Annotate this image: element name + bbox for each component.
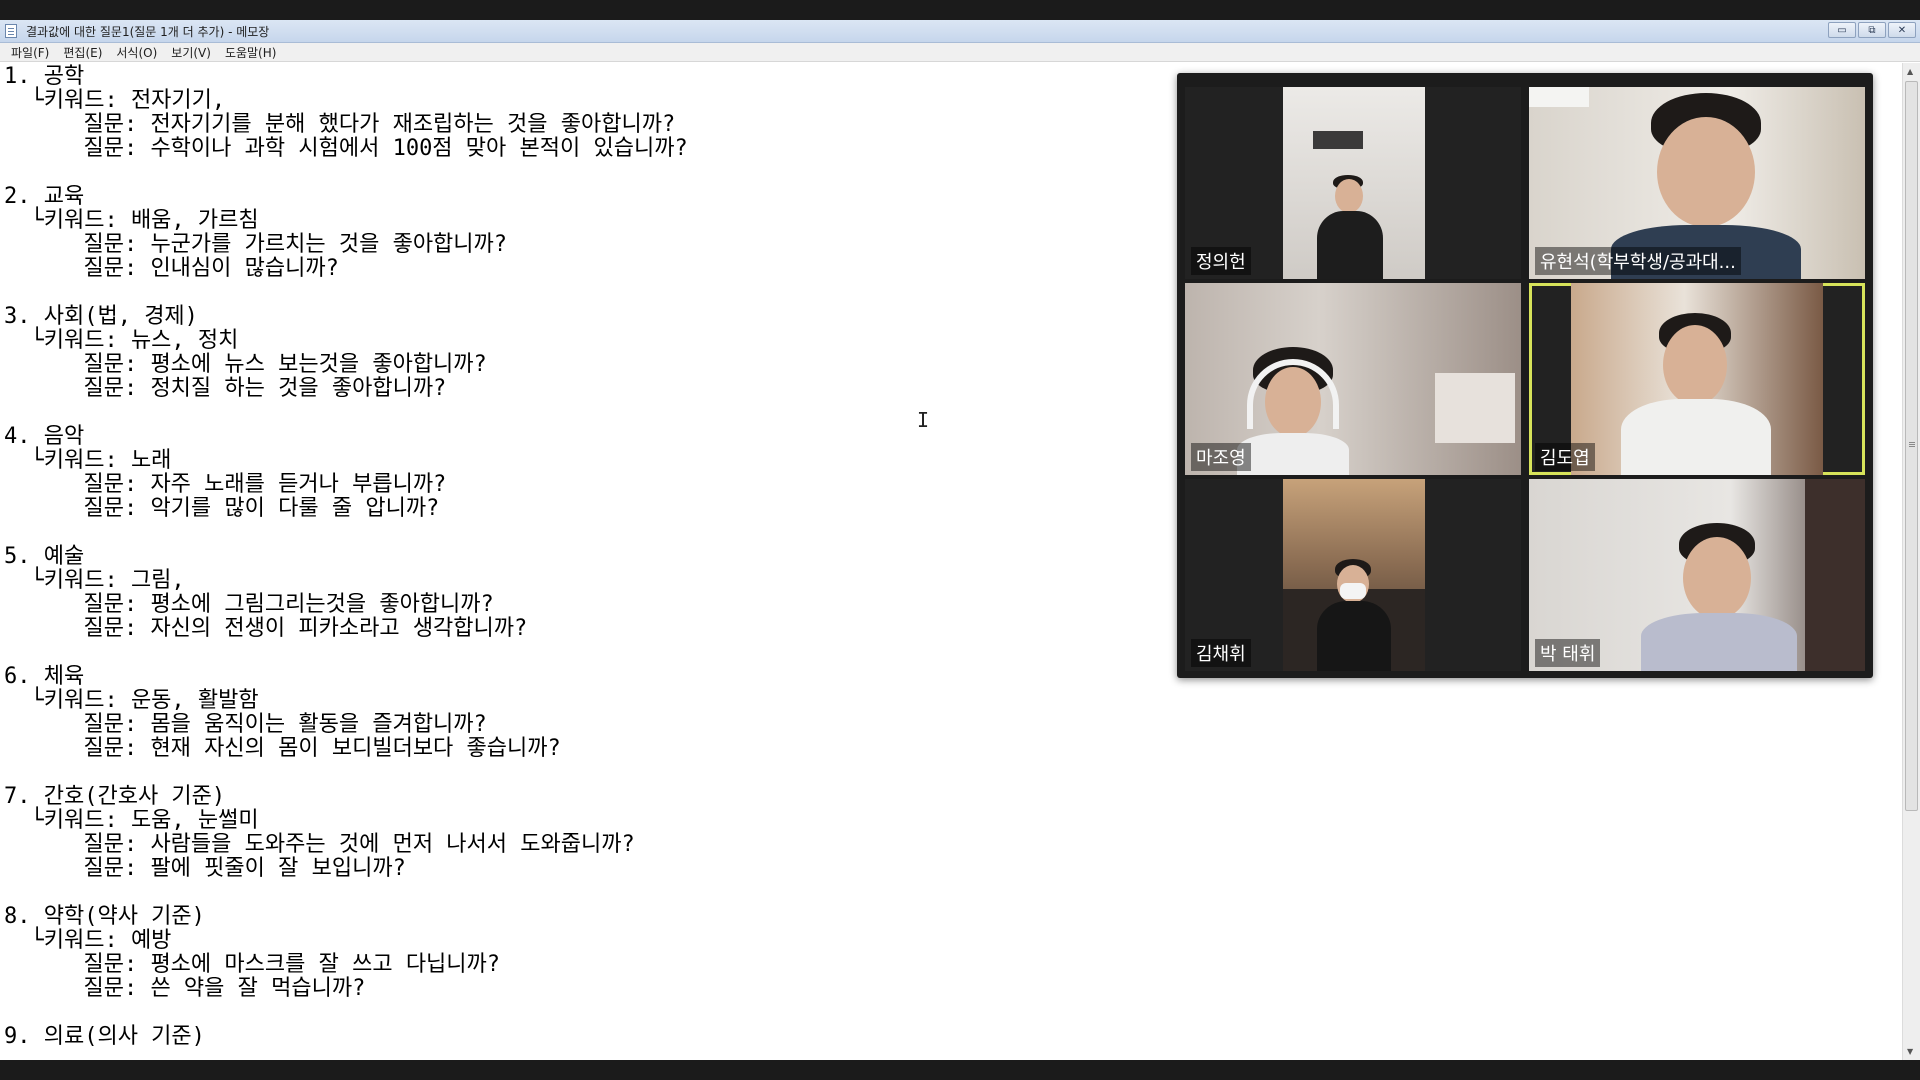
text-line: 5. 예술 <box>4 544 85 569</box>
notepad-icon <box>5 24 17 38</box>
minimize-button[interactable]: ▭ <box>1828 22 1856 38</box>
text-line: └키워드: 뉴스, 정치 <box>4 328 239 353</box>
text-line: 질문: 전자기기를 분해 했다가 재조립하는 것을 좋아합니까? <box>4 112 676 137</box>
text-line: 질문: 평소에 마스크를 잘 쓰고 다닙니까? <box>4 952 501 977</box>
menu-view[interactable]: 보기(V) <box>164 44 218 61</box>
face <box>1657 117 1755 227</box>
shirt <box>1641 613 1797 671</box>
text-line: 질문: 평소에 그림그리는것을 좋아합니까? <box>4 592 494 617</box>
menu-format[interactable]: 서식(O) <box>109 44 164 61</box>
text-line: 질문: 수학이나 과학 시험에서 100점 맞아 본적이 있습니까? <box>4 136 688 161</box>
shirt <box>1237 433 1349 475</box>
participant-tile[interactable]: 김채휘 <box>1185 479 1521 671</box>
mask <box>1340 583 1366 599</box>
text-line <box>4 521 688 545</box>
text-line: 질문: 현재 자신의 몸이 보디빌더보다 좋습니까? <box>4 736 561 761</box>
vertical-scrollbar[interactable]: ▲ ▼ <box>1902 63 1920 1060</box>
text-line: 질문: 몸을 움직이는 활동을 즐겨합니까? <box>4 712 487 737</box>
text-cursor-icon: I <box>917 408 930 432</box>
title-bar[interactable]: 결과값에 대한 질문1(질문 1개 더 추가) - 메모장 ▭ ⧉ ✕ <box>0 20 1920 43</box>
screen-bottom-border <box>0 1060 1920 1080</box>
text-line: 질문: 인내심이 많습니까? <box>4 256 339 281</box>
text-line: 9. 의료(의사 기준) <box>4 1024 205 1049</box>
participant-name: 유현석(학부학생/공과대... <box>1535 247 1741 275</box>
text-line: 3. 사회(법, 경제) <box>4 304 198 329</box>
participant-name: 박 태휘 <box>1535 639 1601 667</box>
text-line: 4. 음악 <box>4 424 85 449</box>
text-line <box>4 881 688 905</box>
participant-name: 마조영 <box>1191 443 1251 471</box>
window-controls: ▭ ⧉ ✕ <box>1828 22 1916 38</box>
face <box>1335 179 1363 213</box>
text-line: 6. 체육 <box>4 664 85 689</box>
menu-file[interactable]: 파일(F) <box>4 44 56 61</box>
participant-tile[interactable]: 정의헌 <box>1185 87 1521 279</box>
text-line: └키워드: 노래 <box>4 448 172 473</box>
face <box>1683 537 1751 619</box>
video-call-panel: 정의헌 유현석(학부학생/공과대... 마조영 김도엽 김채휘 박 태휘 <box>1177 73 1873 678</box>
menu-bar: 파일(F) 편집(E) 서식(O) 보기(V) 도움말(H) <box>0 43 1920 62</box>
close-button[interactable]: ✕ <box>1888 22 1916 38</box>
text-line: 질문: 자주 노래를 듣거나 부릅니까? <box>4 472 447 497</box>
bed <box>1435 373 1515 443</box>
text-line: 질문: 팔에 핏줄이 잘 보입니까? <box>4 856 406 881</box>
text-line: 질문: 자신의 전생이 피카소라고 생각합니까? <box>4 616 528 641</box>
participant-name: 김도엽 <box>1535 443 1595 471</box>
text-line: 질문: 쓴 약을 잘 먹습니까? <box>4 976 366 1001</box>
video-feed <box>1283 87 1425 279</box>
text-line: └키워드: 운동, 활발함 <box>4 688 259 713</box>
document-text: 1. 공학 └키워드: 전자기기, 질문: 전자기기를 분해 했다가 재조립하는… <box>4 65 688 1049</box>
text-line <box>4 1001 688 1025</box>
text-line <box>4 761 688 785</box>
menu-edit[interactable]: 편집(E) <box>56 44 109 61</box>
doorframe <box>1313 131 1363 149</box>
text-line: └키워드: 배움, 가르침 <box>4 208 259 233</box>
scroll-grip-icon <box>1909 442 1915 443</box>
video-feed <box>1571 283 1823 475</box>
text-line: 질문: 사람들을 도와주는 것에 먼저 나서서 도와줍니까? <box>4 832 635 857</box>
text-line <box>4 641 688 665</box>
text-line <box>4 161 688 185</box>
text-line: 질문: 평소에 뉴스 보는것을 좋아합니까? <box>4 352 487 377</box>
participant-tile[interactable]: 유현석(학부학생/공과대... <box>1529 87 1865 279</box>
text-line: 2. 교육 <box>4 184 85 209</box>
shirt <box>1621 399 1771 475</box>
scroll-thumb[interactable] <box>1905 81 1918 811</box>
restore-button[interactable]: ⧉ <box>1858 22 1886 38</box>
text-line: 1. 공학 <box>4 64 85 89</box>
text-line: └키워드: 도움, 눈썰미 <box>4 808 259 833</box>
screen-top-border <box>0 0 1920 20</box>
face <box>1265 367 1321 437</box>
text-line: └키워드: 예방 <box>4 928 172 953</box>
bookshelf <box>1805 479 1865 671</box>
text-line: └키워드: 그림, <box>4 568 185 593</box>
menu-help[interactable]: 도움말(H) <box>218 44 284 61</box>
participant-tile[interactable]: 마조영 <box>1185 283 1521 475</box>
text-line: 질문: 악기를 많이 다룰 줄 압니까? <box>4 496 440 521</box>
text-line: 질문: 정치질 하는 것을 좋아합니까? <box>4 376 447 401</box>
shirt <box>1317 211 1383 279</box>
face <box>1663 325 1727 405</box>
scroll-up-icon[interactable]: ▲ <box>1907 67 1913 76</box>
window-title: 결과값에 대한 질문1(질문 1개 더 추가) - 메모장 <box>26 25 270 39</box>
text-line: 7. 간호(간호사 기준) <box>4 784 226 809</box>
participant-tile-active[interactable]: 김도엽 <box>1529 283 1865 475</box>
participant-tile[interactable]: 박 태휘 <box>1529 479 1865 671</box>
video-feed <box>1283 479 1425 671</box>
text-line <box>4 281 688 305</box>
air-conditioner <box>1529 87 1589 107</box>
text-line: 질문: 누군가를 가르치는 것을 좋아합니까? <box>4 232 508 257</box>
scroll-down-icon[interactable]: ▼ <box>1907 1047 1913 1056</box>
participant-name: 김채휘 <box>1191 639 1251 667</box>
text-line: └키워드: 전자기기, <box>4 88 226 113</box>
text-line: 8. 약학(약사 기준) <box>4 904 205 929</box>
text-line <box>4 401 688 425</box>
shirt <box>1317 601 1391 671</box>
participant-name: 정의헌 <box>1191 247 1251 275</box>
